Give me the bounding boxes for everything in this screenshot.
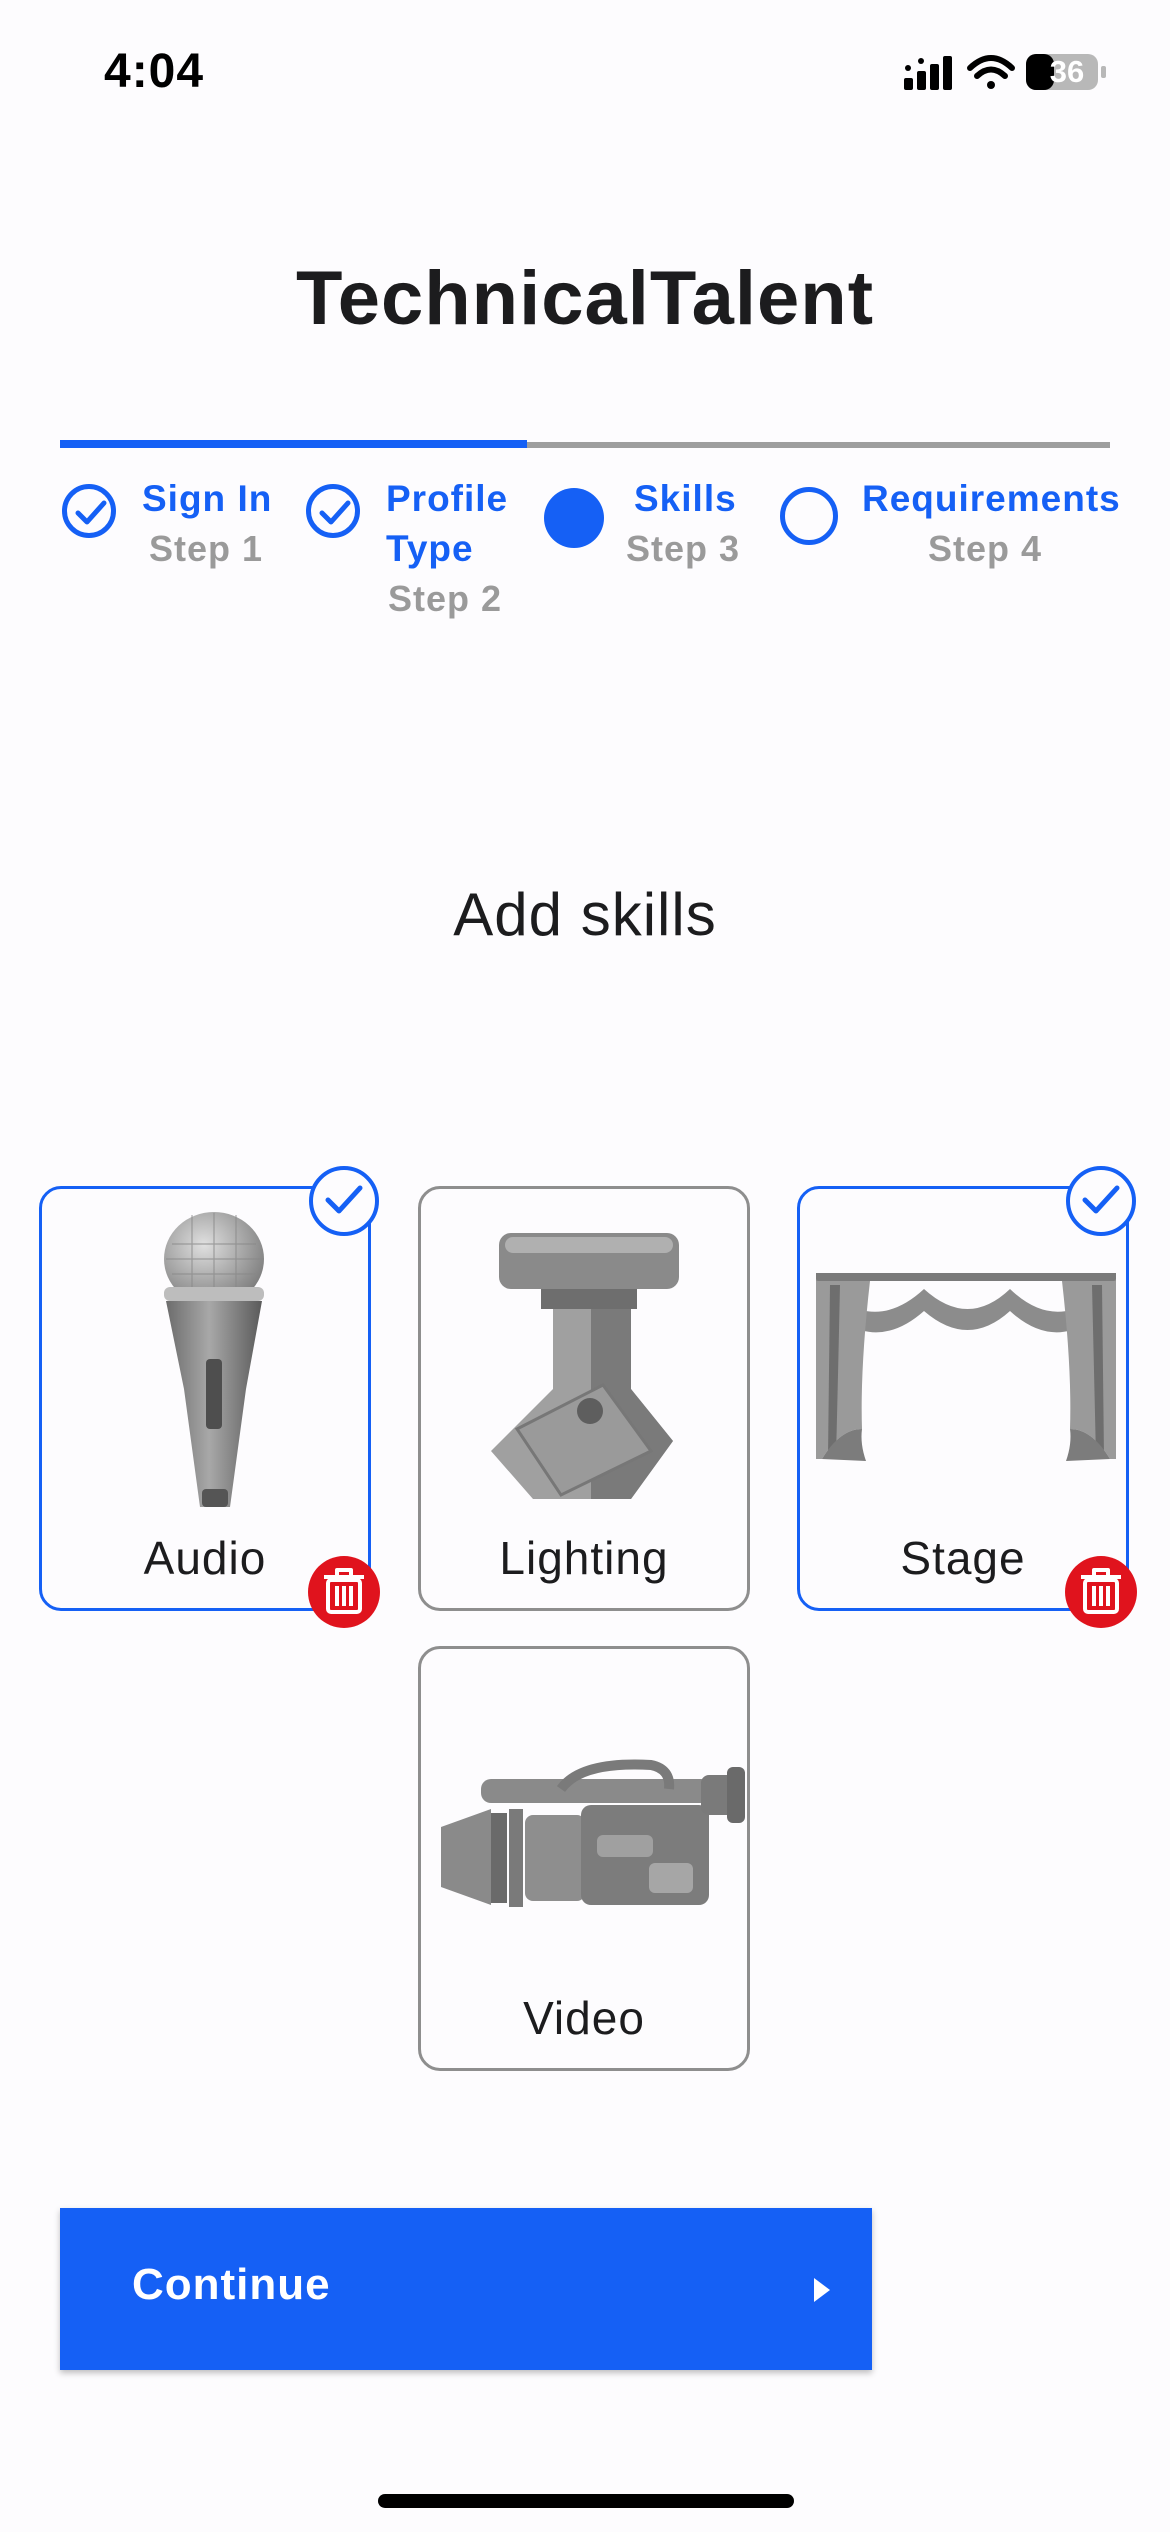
step-sub: Step 3: [626, 528, 741, 569]
skills-grid: Audio Lighting Stage Video: [0, 1160, 1170, 2080]
step-label: Type: [386, 528, 474, 569]
step-label: Sign In: [142, 478, 273, 519]
selected-check-icon: [1066, 1166, 1136, 1236]
continue-button[interactable]: Continue: [60, 2208, 872, 2370]
continue-label: Continue: [132, 2260, 331, 2309]
check-circle-icon: [306, 484, 360, 538]
home-indicator[interactable]: [378, 2494, 794, 2508]
step-sign-in[interactable]: Sign In Step 1: [62, 478, 282, 594]
video-camera-icon: [441, 1759, 745, 1907]
step-sub: Step 4: [928, 528, 1043, 569]
progress-fill: [60, 440, 527, 448]
delete-trash-icon[interactable]: [308, 1556, 380, 1628]
step-sub: Step 2: [388, 578, 503, 619]
step-label: Requirements: [862, 478, 1121, 519]
skill-card-lighting[interactable]: Lighting: [418, 1186, 750, 1611]
skill-card-audio[interactable]: Audio: [39, 1186, 371, 1611]
step-label: Profile: [386, 478, 509, 519]
step-requirements[interactable]: Requirements Step 4: [780, 478, 1120, 597]
caret-right-icon: [814, 2278, 830, 2302]
section-heading: Add skills: [453, 881, 717, 948]
delete-trash-icon[interactable]: [1065, 1556, 1137, 1628]
step-label: Skills: [634, 478, 737, 519]
active-step-icon: [544, 488, 604, 548]
step-profile-type[interactable]: Profile Type Step 2: [306, 478, 526, 634]
stage-curtain-icon: [816, 1273, 1116, 1461]
microphone-icon: [164, 1212, 264, 1507]
stage-light-icon: [491, 1233, 679, 1499]
skill-card-video[interactable]: Video: [418, 1646, 750, 2071]
check-circle-icon: [62, 484, 116, 538]
step-skills[interactable]: Skills Step 3: [544, 478, 764, 598]
skill-card-stage[interactable]: Stage: [797, 1186, 1129, 1611]
skill-label: Lighting: [499, 1532, 669, 1584]
stepper: Sign In Step 1 Profile Type Step 2 Skill…: [0, 0, 1170, 640]
selected-check-icon: [309, 1166, 379, 1236]
skill-label: Video: [523, 1992, 645, 2044]
step-sub: Step 1: [149, 528, 264, 569]
empty-circle-icon: [780, 487, 838, 545]
